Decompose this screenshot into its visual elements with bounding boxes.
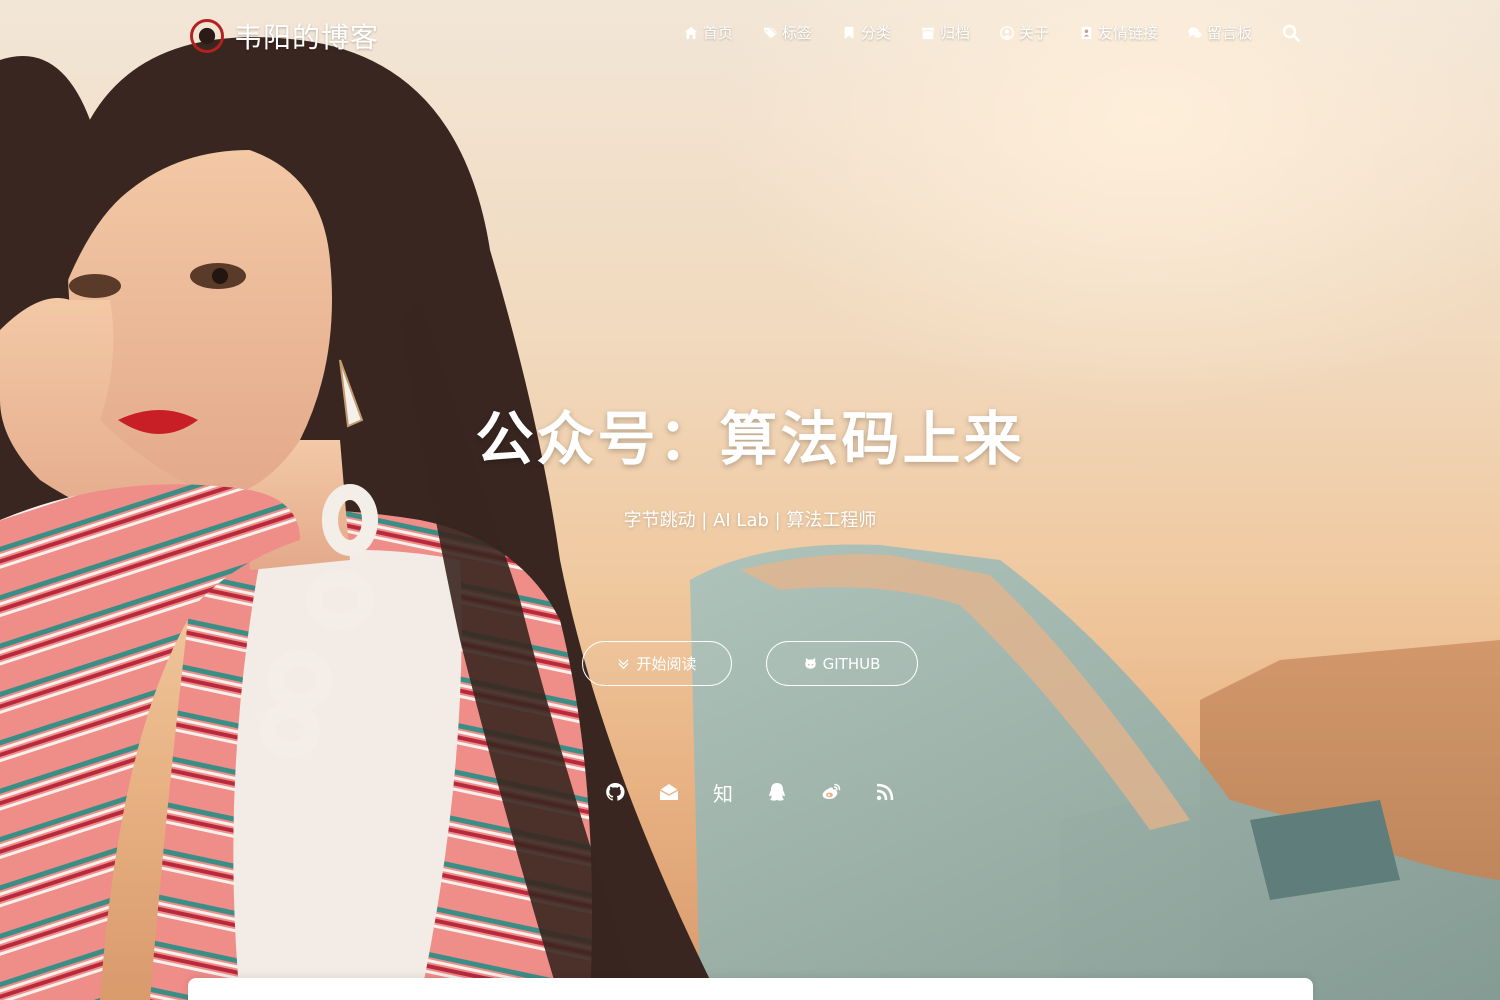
start-reading-label: 开始阅读 xyxy=(636,655,697,673)
social-weibo[interactable] xyxy=(820,778,842,806)
nav-tags-label: 标签 xyxy=(781,24,812,42)
nav-tags[interactable]: 标签 xyxy=(763,22,812,43)
nav-categories-label: 分类 xyxy=(860,24,891,42)
hero-subtitle: 字节跳动 | AI Lab | 算法工程师 xyxy=(623,510,877,531)
address-book-icon xyxy=(1081,26,1092,39)
rss-icon xyxy=(876,783,894,801)
user-circle-icon xyxy=(1000,25,1014,40)
social-rss[interactable] xyxy=(874,778,896,806)
social-email[interactable] xyxy=(658,778,680,806)
nav-archive-label: 归档 xyxy=(939,24,970,42)
bookmark-icon xyxy=(844,26,854,39)
content-card xyxy=(188,978,1313,1000)
zhihu-icon: 知 xyxy=(713,781,733,806)
nav-guestbook[interactable]: 留言板 xyxy=(1188,22,1252,43)
comments-icon xyxy=(1188,26,1202,38)
nav-guestbook-label: 留言板 xyxy=(1206,24,1252,42)
brand-link[interactable]: 韦阳的博客 xyxy=(190,16,379,56)
hero-title: 公众号：算法码上来 xyxy=(475,405,1025,473)
nav-home[interactable]: 首页 xyxy=(684,22,733,43)
start-reading-button[interactable]: 开始阅读 xyxy=(582,641,732,686)
site-header: 韦阳的博客 首页 标签 分类 归档 关于 友情链接 留言板 xyxy=(0,0,1500,70)
search-icon xyxy=(1282,24,1300,42)
nav-archive[interactable]: 归档 xyxy=(921,22,970,43)
site-title: 韦阳的博客 xyxy=(234,21,380,54)
social-qq[interactable] xyxy=(766,778,788,806)
social-github[interactable] xyxy=(604,778,626,806)
hero-buttons: 开始阅读 GITHUB xyxy=(0,641,1500,686)
nav-friends[interactable]: 友情链接 xyxy=(1079,22,1158,43)
main-nav: 首页 标签 分类 归档 关于 友情链接 留言板 xyxy=(684,22,1300,43)
home-icon xyxy=(684,26,698,39)
nav-friends-label: 友情链接 xyxy=(1097,24,1158,42)
weibo-icon xyxy=(822,783,841,799)
github-button[interactable]: GITHUB xyxy=(766,641,918,686)
github-icon xyxy=(606,782,625,801)
search-button[interactable] xyxy=(1282,24,1300,42)
avatar-logo xyxy=(190,19,224,53)
qq-icon xyxy=(769,783,785,801)
tags-icon xyxy=(763,27,777,38)
envelope-icon xyxy=(659,784,679,800)
nav-home-label: 首页 xyxy=(702,24,733,42)
hero-background xyxy=(0,0,1500,1000)
nav-about[interactable]: 关于 xyxy=(1000,22,1049,43)
social-zhihu[interactable]: 知 xyxy=(712,778,734,806)
double-chevron-down-icon xyxy=(619,658,629,670)
nav-about-label: 关于 xyxy=(1018,24,1049,42)
archive-icon xyxy=(921,27,935,39)
nav-categories[interactable]: 分类 xyxy=(842,22,891,43)
github-button-label: GITHUB xyxy=(822,654,881,673)
social-links: 知 xyxy=(0,778,1500,806)
hero-photo xyxy=(0,37,1500,1000)
github-alt-icon xyxy=(804,657,816,669)
